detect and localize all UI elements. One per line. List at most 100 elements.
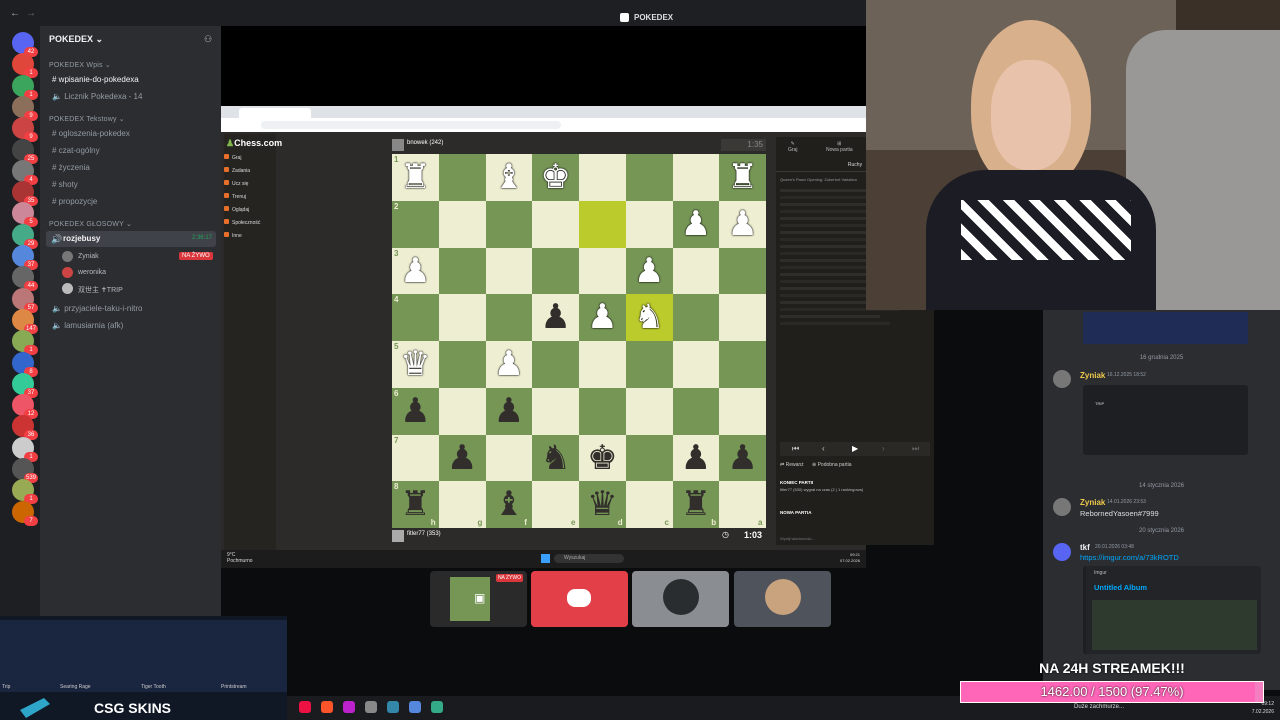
- white-piece[interactable]: ♚: [532, 154, 579, 201]
- chess-nav-1[interactable]: Zadania: [224, 167, 250, 174]
- board-square[interactable]: [579, 247, 626, 295]
- server-icon[interactable]: 1: [12, 53, 38, 79]
- board-square[interactable]: [485, 247, 533, 295]
- taskbar-app-icon[interactable]: [365, 701, 377, 713]
- play-icon[interactable]: ▶: [852, 444, 858, 453]
- server-icon[interactable]: 29: [12, 223, 38, 249]
- board-square[interactable]: [719, 294, 766, 341]
- server-icon[interactable]: 7: [12, 500, 38, 526]
- next-move-icon[interactable]: ›: [882, 444, 885, 453]
- add-user-icon[interactable]: ⚇: [204, 34, 212, 45]
- black-piece[interactable]: ♟: [673, 435, 720, 482]
- voice-channel-rozjebusy[interactable]: 🔊 rozjebusy 2:36:17: [46, 231, 216, 247]
- taskbar-search[interactable]: Wyszukaj: [554, 554, 624, 563]
- white-piece[interactable]: ♟: [392, 248, 439, 295]
- taskbar-app-icon[interactable]: [409, 701, 421, 713]
- channel-wpisanie[interactable]: # wpisanie-do-pokedexa: [52, 75, 139, 84]
- embed-thumbnail[interactable]: [1092, 600, 1257, 650]
- board-square[interactable]: [532, 200, 579, 248]
- taskbar-app-icon[interactable]: [343, 701, 355, 713]
- server-icon[interactable]: 35: [12, 181, 38, 207]
- tab-play[interactable]: ✎ Graj: [788, 141, 797, 153]
- server-icon[interactable]: 1: [12, 330, 38, 356]
- white-piece[interactable]: ♟: [673, 201, 720, 248]
- chess-nav-4[interactable]: Oglądaj: [224, 206, 249, 213]
- message-author[interactable]: Zyniak: [1080, 498, 1105, 507]
- chess-chat-input[interactable]: Wyślij wiadomość...: [780, 536, 815, 541]
- board-square[interactable]: [392, 200, 439, 248]
- message-author[interactable]: Zyniak: [1080, 371, 1105, 380]
- white-piece[interactable]: ♝: [486, 154, 533, 201]
- move-row[interactable]: [780, 294, 880, 297]
- board-square[interactable]: [625, 387, 673, 435]
- board-square[interactable]: [625, 341, 673, 388]
- server-icon[interactable]: 44: [12, 266, 38, 292]
- channel-shoty[interactable]: # shoty: [52, 180, 78, 189]
- chess-nav-3[interactable]: Trenuj: [224, 193, 246, 200]
- server-icon[interactable]: 36: [12, 415, 38, 441]
- black-piece[interactable]: ♟: [532, 294, 579, 341]
- white-piece[interactable]: ♟: [626, 248, 673, 295]
- browser-tab[interactable]: [239, 108, 311, 118]
- server-icon[interactable]: 1: [12, 436, 38, 462]
- tile-screenshare[interactable]: ▣ NA ŻYWO: [430, 571, 527, 627]
- rematch-button[interactable]: ⇄ Rewanż: [780, 462, 804, 468]
- server-icon[interactable]: 9: [12, 117, 38, 143]
- board-square[interactable]: [719, 247, 766, 295]
- board-square[interactable]: [672, 341, 720, 388]
- message-link[interactable]: https://imgur.com/a/73kROTD: [1080, 553, 1179, 562]
- taskbar-app-icon[interactable]: [431, 701, 443, 713]
- voice-channel-przyjaciele[interactable]: 🔈 przyjaciele-taku-i-nitro: [52, 304, 142, 313]
- server-icon[interactable]: 37: [12, 372, 38, 398]
- tile-user-portrait[interactable]: [734, 571, 831, 627]
- server-icon[interactable]: 539: [12, 458, 38, 483]
- board-square[interactable]: [579, 200, 626, 248]
- server-icon[interactable]: 9: [12, 95, 38, 121]
- board-square[interactable]: [438, 154, 486, 201]
- taskbar-app-icon[interactable]: [321, 701, 333, 713]
- board-square[interactable]: [532, 247, 579, 295]
- white-piece[interactable]: ♟: [579, 294, 626, 341]
- embed-title[interactable]: Untitled Album: [1094, 583, 1147, 592]
- board-square[interactable]: [672, 294, 720, 341]
- embed-image[interactable]: [1083, 312, 1248, 344]
- channel-czat[interactable]: # czat-ogólny: [52, 146, 100, 155]
- channel-zyczenia[interactable]: # życzenia: [52, 163, 90, 172]
- board-square[interactable]: [579, 154, 626, 201]
- black-piece[interactable]: ♟: [486, 388, 533, 435]
- board-square[interactable]: [438, 200, 486, 248]
- chess-nav-0[interactable]: Graj: [224, 154, 241, 161]
- board-square[interactable]: [719, 387, 766, 435]
- move-row[interactable]: [780, 273, 880, 276]
- board-square[interactable]: [672, 387, 720, 435]
- chess-nav-6[interactable]: Inne: [224, 232, 242, 239]
- white-piece[interactable]: ♟: [486, 341, 533, 388]
- board-square[interactable]: [485, 294, 533, 341]
- weather-widget[interactable]: 9°C Pochmurno: [227, 552, 253, 564]
- move-row[interactable]: [780, 210, 880, 213]
- category-wpis[interactable]: POKEDEX Wpis ⌄: [49, 61, 111, 69]
- white-piece[interactable]: ♜: [719, 154, 766, 201]
- board-square[interactable]: [392, 294, 439, 341]
- black-piece[interactable]: ♞: [532, 435, 579, 482]
- black-piece[interactable]: ♟: [439, 435, 486, 482]
- server-icon[interactable]: 42: [12, 32, 38, 57]
- top-player-name[interactable]: bnowek (242): [407, 140, 443, 146]
- black-piece[interactable]: ♚: [579, 435, 626, 482]
- message-author[interactable]: tkf: [1080, 543, 1090, 552]
- server-icon[interactable]: 147: [12, 308, 38, 334]
- board-square[interactable]: [438, 387, 486, 435]
- similar-game-button[interactable]: ⊕ Podobna partia: [812, 462, 852, 468]
- voice-channel-lamusiarnia[interactable]: 🔈 lamusiarnia (afk): [52, 321, 123, 330]
- first-move-icon[interactable]: ⏮: [792, 444, 799, 454]
- board-square[interactable]: [672, 154, 720, 201]
- board-square[interactable]: [485, 434, 533, 482]
- white-piece[interactable]: ♜: [392, 154, 439, 201]
- board-square[interactable]: [438, 247, 486, 295]
- board-square[interactable]: [438, 294, 486, 341]
- chess-nav-5[interactable]: Społeczność: [224, 219, 260, 226]
- category-voice[interactable]: POKEDEX GŁOSOWY ⌄: [49, 220, 132, 228]
- board-square[interactable]: [438, 341, 486, 388]
- taskbar-app-icon[interactable]: [299, 701, 311, 713]
- browser-url-bar[interactable]: [221, 118, 866, 132]
